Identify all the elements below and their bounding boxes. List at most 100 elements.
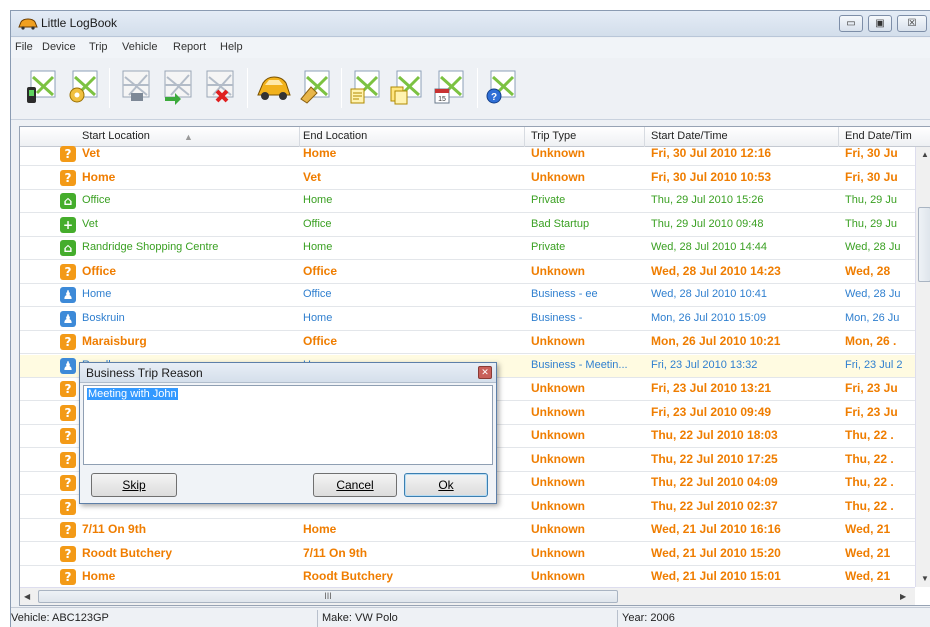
unknown-trip-icon: ? bbox=[60, 499, 76, 515]
horizontal-scrollbar[interactable]: ◀ III ▶ bbox=[20, 587, 915, 605]
cancel-button[interactable]: Cancel bbox=[313, 473, 397, 497]
cell-type: Unknown bbox=[531, 569, 585, 583]
vertical-scrollbar[interactable]: ▲ ▼ bbox=[915, 147, 930, 587]
menu-trip[interactable]: Trip bbox=[89, 41, 108, 53]
cell-start: Office bbox=[82, 264, 117, 278]
table-row[interactable]: ? 7/11 On 9th Home Unknown Wed, 21 Jul 2010 … bbox=[20, 519, 915, 542]
cell-end-dt: Wed, 28 bbox=[845, 264, 891, 278]
status-divider bbox=[317, 610, 318, 627]
gear-icon[interactable] bbox=[65, 67, 103, 105]
cell-start: Office bbox=[82, 194, 111, 206]
cell-end-dt: Thu, 22 . bbox=[845, 499, 894, 513]
svg-text:15: 15 bbox=[438, 96, 446, 103]
cell-start: Randridge Shopping Centre bbox=[82, 241, 219, 253]
cell-type: Business - Meetin... bbox=[531, 359, 628, 371]
cell-end: Office bbox=[303, 218, 332, 230]
cell-start-dt: Thu, 22 Jul 2010 18:03 bbox=[651, 428, 778, 442]
car-icon[interactable] bbox=[255, 67, 293, 105]
cell-start-dt: Fri, 23 Jul 2010 13:21 bbox=[651, 381, 772, 395]
minimize-button[interactable]: ▭ bbox=[839, 15, 863, 32]
cell-start-dt: Wed, 28 Jul 2010 14:44 bbox=[651, 241, 767, 253]
business-trip-icon: ♟ bbox=[60, 358, 76, 374]
table-row[interactable]: ⌂ Randridge Shopping Centre Home Private Wed… bbox=[20, 237, 915, 260]
cell-end: Vet bbox=[303, 170, 322, 184]
cell-start-dt: Fri, 30 Jul 2010 12:16 bbox=[651, 146, 772, 160]
help-icon[interactable]: ? bbox=[483, 67, 521, 105]
scroll-down-icon[interactable]: ▼ bbox=[921, 574, 929, 583]
cell-start-dt: Thu, 22 Jul 2010 02:37 bbox=[651, 499, 778, 513]
trip-reason-textarea[interactable]: Meeting with John bbox=[83, 385, 493, 465]
cell-end-dt: Thu, 29 Ju bbox=[845, 194, 897, 206]
table-row[interactable]: ? Home Roodt Butchery Unknown Wed, 21 Jul 20… bbox=[20, 566, 915, 589]
scroll-up-icon[interactable]: ▲ bbox=[921, 150, 929, 159]
table-row[interactable]: ⌂ Office Home Private Thu, 29 Jul 2010 15:26… bbox=[20, 190, 915, 213]
menu-file[interactable]: File bbox=[15, 41, 33, 53]
map-icon[interactable] bbox=[117, 67, 155, 105]
report-stack-icon[interactable] bbox=[389, 67, 427, 105]
table-row[interactable]: ♟ Home Office Business - ee Wed, 28 Jul 2010… bbox=[20, 284, 915, 307]
dialog-title-bar: Business Trip Reason ✕ bbox=[80, 363, 496, 383]
cell-start: Boskruin bbox=[82, 312, 125, 324]
cell-end-dt: Thu, 29 Ju bbox=[845, 218, 897, 230]
ok-button-label: Ok bbox=[438, 478, 454, 492]
table-row[interactable]: + Vet Office Bad Startup Thu, 29 Jul 2010 09… bbox=[20, 214, 915, 237]
table-row[interactable]: ? Office Office Unknown Wed, 28 Jul 2010 14:… bbox=[20, 261, 915, 284]
cell-end: Home bbox=[303, 522, 337, 536]
sort-ascending-icon: ▲ bbox=[184, 132, 193, 142]
status-divider bbox=[617, 610, 618, 627]
trip-reason-text: Meeting with John bbox=[87, 388, 178, 400]
calendar-icon[interactable]: 15 bbox=[431, 67, 469, 105]
cell-start-dt: Wed, 21 Jul 2010 16:16 bbox=[651, 522, 781, 536]
report-icon[interactable] bbox=[347, 67, 385, 105]
close-button[interactable]: ☒ bbox=[897, 15, 927, 32]
cell-end: Office bbox=[303, 264, 338, 278]
column-header-trip-type[interactable]: Trip Type bbox=[531, 130, 576, 142]
table-row[interactable]: ♟ Boskruin Home Business - Mon, 26 Jul 2010 … bbox=[20, 308, 915, 331]
map-arrow-icon[interactable] bbox=[159, 67, 197, 105]
table-row[interactable]: ? Vet Home Unknown Fri, 30 Jul 2010 12:16 Fri… bbox=[20, 143, 915, 166]
maximize-button[interactable]: ▣ bbox=[868, 15, 892, 32]
cell-type: Bad Startup bbox=[531, 218, 590, 230]
vertical-scroll-thumb[interactable] bbox=[918, 207, 930, 282]
business-trip-icon: ♟ bbox=[60, 311, 76, 327]
cell-start: 7/11 On 9th bbox=[82, 522, 147, 536]
cell-end: Home bbox=[303, 241, 333, 253]
private-trip-icon: + bbox=[60, 217, 76, 233]
menu-help[interactable]: Help bbox=[220, 41, 243, 53]
cell-type: Private bbox=[531, 194, 566, 206]
column-header-end-location[interactable]: End Location bbox=[303, 130, 367, 142]
delete-x-icon[interactable] bbox=[201, 67, 239, 105]
scroll-left-icon[interactable]: ◀ bbox=[24, 592, 30, 601]
cell-type: Unknown bbox=[531, 452, 585, 466]
broom-icon[interactable] bbox=[297, 67, 335, 105]
cell-end-dt: Wed, 21 bbox=[845, 546, 891, 560]
column-header-start-location[interactable]: Start Location bbox=[82, 130, 150, 142]
table-row[interactable]: ? Maraisburg Office Unknown Mon, 26 Jul 2010… bbox=[20, 331, 915, 354]
cell-end: Home bbox=[303, 194, 333, 206]
cell-start: Home bbox=[82, 288, 112, 300]
private-trip-icon: ⌂ bbox=[60, 240, 76, 256]
cell-start-dt: Mon, 26 Jul 2010 10:21 bbox=[651, 334, 781, 348]
column-header-end-date[interactable]: End Date/Tim bbox=[845, 130, 912, 142]
table-row[interactable]: ? Home Vet Unknown Fri, 30 Jul 2010 10:53 Fri… bbox=[20, 167, 915, 190]
skip-button[interactable]: Skip bbox=[91, 473, 177, 497]
cell-start-dt: Fri, 23 Jul 2010 09:49 bbox=[651, 405, 772, 419]
menu-report[interactable]: Report bbox=[173, 41, 206, 53]
scroll-right-icon[interactable]: ▶ bbox=[900, 592, 906, 601]
cell-end-dt: Fri, 23 Jul 2 bbox=[845, 359, 903, 371]
app-window: Little LogBook ▭ ▣ ☒ File Device Trip Ve… bbox=[10, 10, 930, 627]
status-bar: Vehicle: ABC123GP Make: VW Polo Year: 20… bbox=[11, 607, 930, 627]
cell-type: Unknown bbox=[531, 170, 585, 184]
menu-vehicle[interactable]: Vehicle bbox=[122, 41, 157, 53]
device-download-icon[interactable] bbox=[23, 67, 61, 105]
menu-device[interactable]: Device bbox=[42, 41, 76, 53]
column-header-start-date[interactable]: Start Date/Time bbox=[651, 130, 728, 142]
cell-start-dt: Fri, 23 Jul 2010 13:32 bbox=[651, 359, 758, 371]
ok-button[interactable]: Ok bbox=[404, 473, 488, 497]
table-row[interactable]: ? Roodt Butchery 7/11 On 9th Unknown Wed, 21… bbox=[20, 543, 915, 566]
horizontal-scroll-thumb[interactable]: III bbox=[38, 590, 618, 603]
cell-type: Private bbox=[531, 241, 566, 253]
cell-end-dt: Wed, 28 Ju bbox=[845, 288, 901, 300]
dialog-close-icon[interactable]: ✕ bbox=[478, 366, 492, 379]
cell-type: Unknown bbox=[531, 499, 585, 513]
